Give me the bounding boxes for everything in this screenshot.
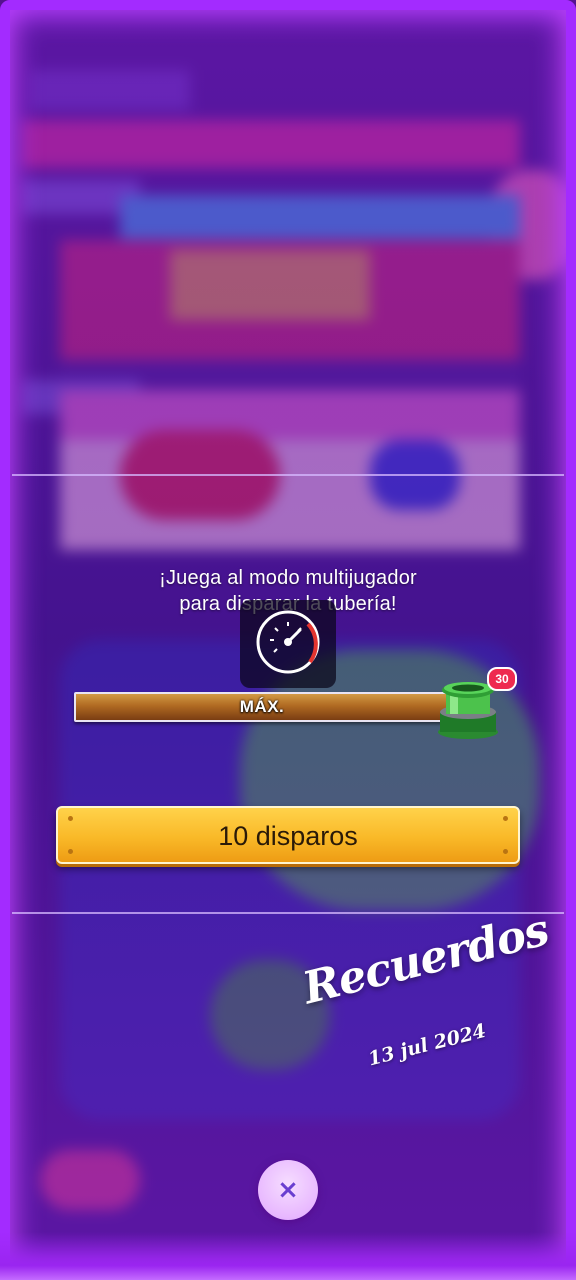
divider-bottom [12, 912, 564, 914]
power-meter-label: MÁX. [239, 697, 285, 716]
pipe-count-badge: 30 [487, 667, 517, 691]
power-meter: MÁX. [74, 692, 450, 722]
ten-shots-button[interactable]: 10 disparos [56, 806, 520, 864]
speedometer-icon [240, 600, 336, 688]
close-button[interactable]: × [258, 1160, 318, 1220]
prompt-line-1: ¡Juega al modo multijugador [159, 567, 417, 589]
close-icon: × [277, 1175, 299, 1205]
divider-top [12, 474, 564, 476]
ten-shots-label: 10 disparos [218, 821, 358, 851]
